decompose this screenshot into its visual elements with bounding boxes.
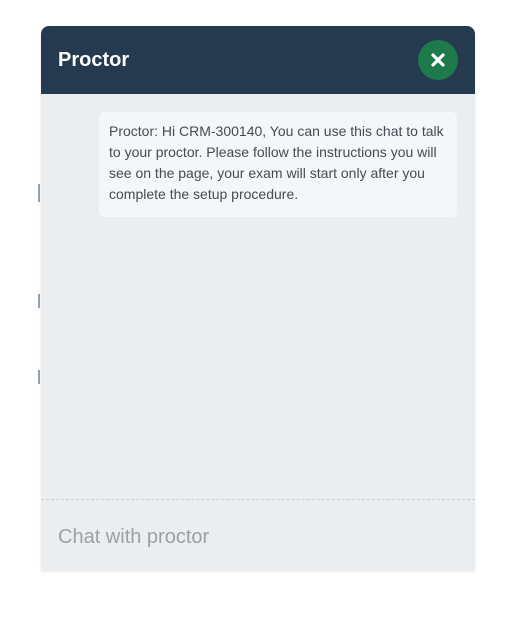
input-divider <box>41 499 475 500</box>
chat-title: Proctor <box>58 48 130 71</box>
background-edge-mark <box>38 370 40 384</box>
page: Proctor Proctor: Hi CRM-300140, You can … <box>0 0 526 618</box>
message-list: Proctor: Hi CRM-300140, You can use this… <box>41 94 475 499</box>
close-icon <box>431 53 445 67</box>
proctor-message: Proctor: Hi CRM-300140, You can use this… <box>99 112 457 217</box>
close-button[interactable] <box>418 40 458 80</box>
proctor-chat-panel: Proctor Proctor: Hi CRM-300140, You can … <box>41 26 475 571</box>
background-edge-mark <box>38 294 40 308</box>
chat-input[interactable] <box>41 509 475 565</box>
background-edge-mark <box>38 184 40 202</box>
chat-header: Proctor <box>41 26 475 94</box>
